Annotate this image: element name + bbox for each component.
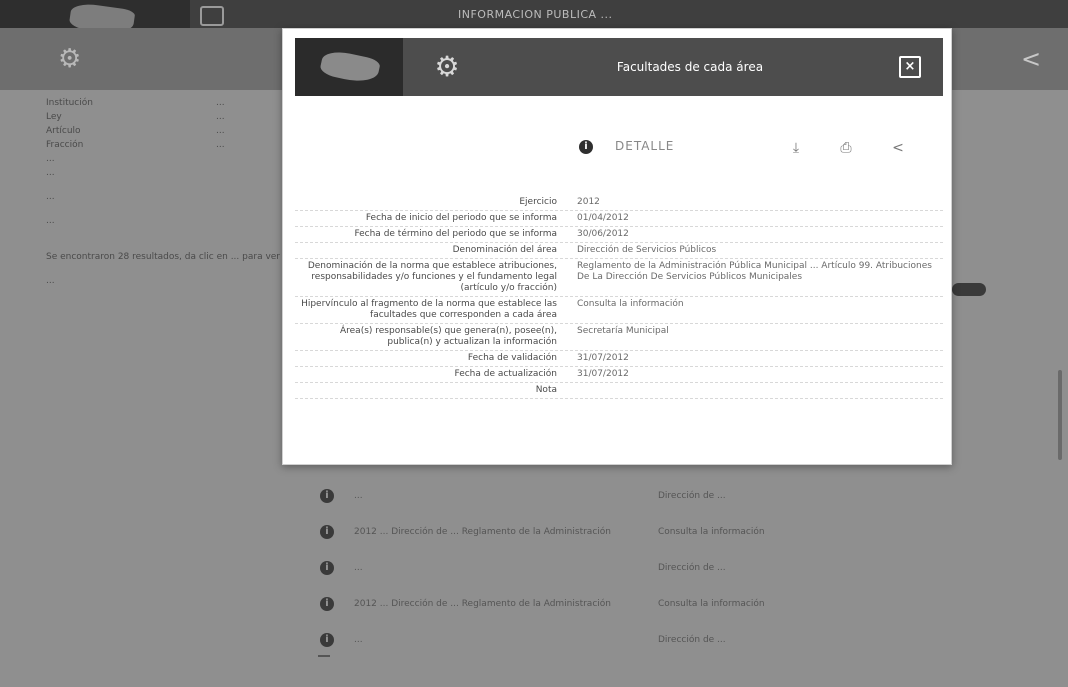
field-value: Reglamento de la Administración Pública … bbox=[577, 261, 932, 282]
field-value: 31/07/2012 bbox=[577, 353, 629, 363]
field-value: 30/06/2012 bbox=[577, 229, 629, 239]
close-button[interactable]: × bbox=[899, 56, 921, 78]
table-row[interactable]: i ... Dirección de ... bbox=[318, 478, 958, 514]
field-value: Dirección de Servicios Públicos bbox=[577, 245, 717, 255]
field-label: Nota bbox=[535, 385, 557, 395]
criteria-text: ... bbox=[46, 168, 55, 178]
share-icon[interactable]: < bbox=[1016, 44, 1046, 74]
field-label: Fecha de validación bbox=[467, 353, 557, 363]
field-value: 01/04/2012 bbox=[577, 213, 629, 223]
field-label: Denominación de la norma que establece a… bbox=[307, 261, 557, 293]
field-value: Secretaría Municipal bbox=[577, 326, 669, 336]
table-row: Ejercicio 2012 bbox=[295, 195, 943, 211]
search-criteria: Institución ... Ley ... Artículo ... Fra… bbox=[46, 96, 286, 288]
results-count: Se encontraron 28 resultados, da clic en… bbox=[46, 252, 286, 262]
field-label: Área(s) responsable(s) que genera(n), po… bbox=[339, 326, 557, 347]
table-row: Hipervínculo al fragmento de la norma qu… bbox=[295, 297, 943, 324]
field-label: Ejercicio bbox=[519, 197, 557, 207]
criteria-text: ... bbox=[46, 192, 55, 202]
share-icon[interactable]: < bbox=[887, 137, 909, 159]
detail-table: Ejercicio 2012 Fecha de inicio del perio… bbox=[295, 195, 943, 399]
field-label: Fecha de actualización bbox=[454, 369, 557, 379]
gears-icon: ⚙ bbox=[434, 50, 460, 83]
table-row: Fecha de actualización 31/07/2012 bbox=[295, 367, 943, 383]
table-row: Fecha de término del periodo que se info… bbox=[295, 227, 943, 243]
criteria-text: ... bbox=[46, 154, 55, 164]
criteria-text: ... bbox=[46, 276, 55, 286]
table-row[interactable]: i 2012 ... Dirección de ... Reglamento d… bbox=[318, 586, 958, 622]
field-value bbox=[565, 383, 935, 398]
table-row: Área(s) responsable(s) que genera(n), po… bbox=[295, 324, 943, 351]
download-icon[interactable]: ⤓ bbox=[785, 137, 807, 159]
info-icon[interactable]: i bbox=[320, 525, 334, 539]
table-row: Denominación del área Dirección de Servi… bbox=[295, 243, 943, 259]
table-row: Nota bbox=[295, 383, 943, 399]
table-row: Fecha de inicio del periodo que se infor… bbox=[295, 211, 943, 227]
table-row[interactable]: i ... Dirección de ... bbox=[318, 622, 958, 658]
field-label: Denominación del área bbox=[452, 245, 557, 255]
criteria-link[interactable]: ... bbox=[46, 214, 286, 228]
info-icon[interactable]: i bbox=[320, 633, 334, 647]
table-row[interactable]: i 2012 ... Dirección de ... Reglamento d… bbox=[318, 514, 958, 550]
field-label: Fecha de inicio del periodo que se infor… bbox=[365, 213, 557, 223]
table-row: Fecha de validación 31/07/2012 bbox=[295, 351, 943, 367]
results-list: i ... Dirección de ... i 2012 ... Direcc… bbox=[318, 478, 958, 658]
info-icon[interactable]: i bbox=[320, 597, 334, 611]
field-label: Fecha de término del periodo que se info… bbox=[354, 229, 557, 239]
detail-modal: ⚙ Facultades de cada área × i DETALLE ⤓ … bbox=[282, 28, 952, 465]
collapse-icon[interactable] bbox=[200, 6, 224, 26]
detail-toolbar: i DETALLE ⤓ ⎙ < bbox=[579, 137, 919, 159]
criteria-row: Ley ... bbox=[46, 112, 225, 122]
print-icon[interactable]: ⎙ bbox=[835, 137, 857, 159]
field-label: Hipervínculo al fragmento de la norma qu… bbox=[301, 299, 557, 320]
info-icon: i bbox=[579, 140, 593, 154]
table-row: Denominación de la norma que establece a… bbox=[295, 259, 943, 297]
info-icon[interactable]: i bbox=[320, 489, 334, 503]
hyperlink-value[interactable]: Consulta la información bbox=[565, 297, 935, 323]
criteria-row: Fracción ... bbox=[46, 140, 225, 150]
app-title: INFORMACION PUBLICA ... bbox=[458, 8, 613, 21]
field-value: 2012 bbox=[577, 197, 600, 207]
gears-icon[interactable]: ⚙ bbox=[58, 44, 94, 74]
logo-icon bbox=[318, 48, 382, 86]
page-scrollbar[interactable] bbox=[1058, 370, 1062, 460]
criteria-row: Artículo ... bbox=[46, 126, 225, 136]
criteria-row: Institución ... bbox=[46, 98, 225, 108]
field-value: 31/07/2012 bbox=[577, 369, 629, 379]
table-row[interactable]: i ... Dirección de ... bbox=[318, 550, 958, 586]
detail-label: DETALLE bbox=[615, 139, 675, 153]
divider bbox=[318, 655, 330, 657]
modal-logo bbox=[295, 38, 403, 96]
info-icon[interactable]: i bbox=[320, 561, 334, 575]
status-badge bbox=[952, 283, 986, 296]
modal-header: ⚙ Facultades de cada área × bbox=[295, 38, 943, 96]
modal-title: Facultades de cada área bbox=[616, 60, 764, 74]
